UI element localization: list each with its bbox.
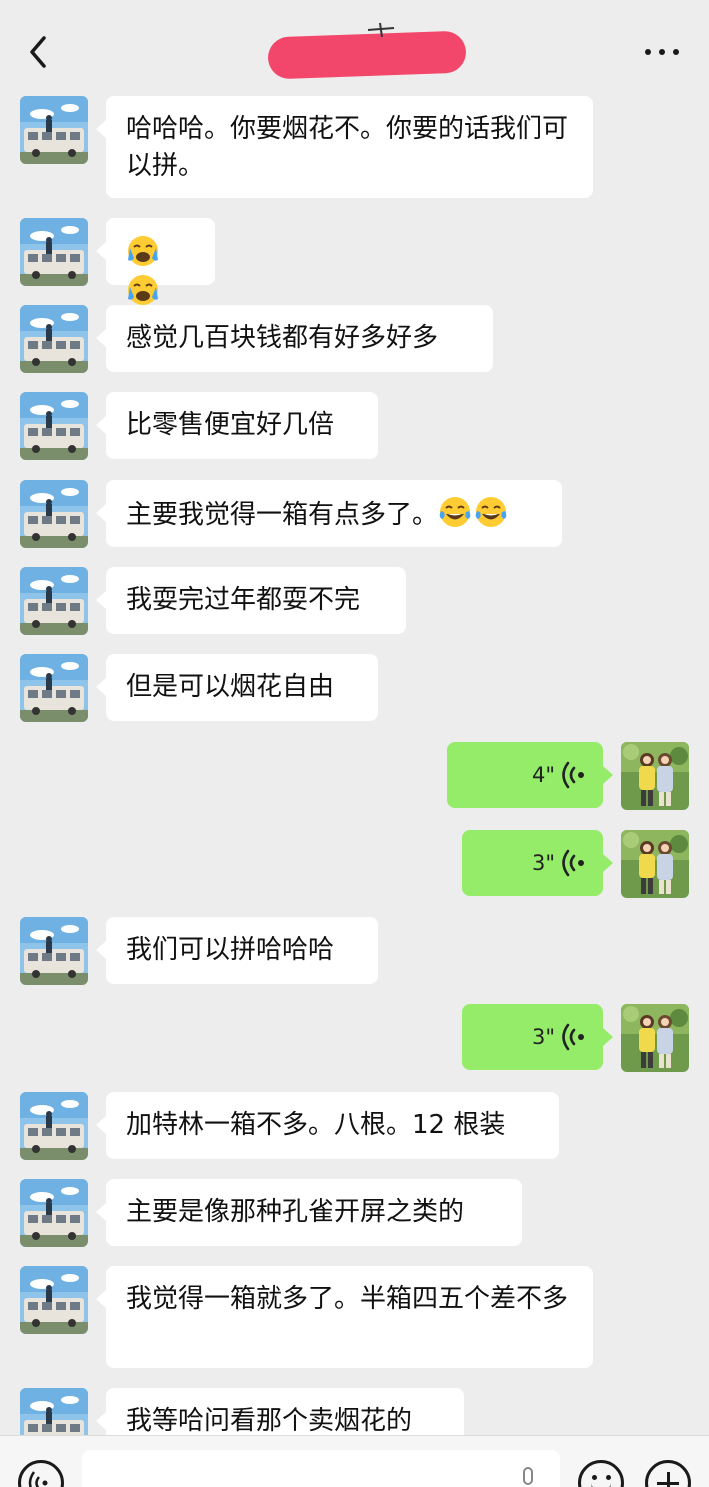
voice-mode-button[interactable] [18,1460,64,1487]
smiley-icon-mouth [591,1483,611,1487]
incoming-message-bubble[interactable]: 主要我觉得一箱有点多了。 [96,480,562,547]
loudly-crying-face-icon [126,273,160,307]
back-button[interactable] [22,32,56,72]
incoming-message-bubble[interactable]: 我耍完过年都耍不完 [96,567,406,634]
incoming-message-bubble[interactable]: 但是可以烟花自由 [96,654,378,721]
incoming-message-bubble[interactable]: 加特林一箱不多。八根。12 根装 [96,1092,559,1159]
my-avatar[interactable] [621,830,689,898]
smiley-icon [592,1475,597,1480]
outgoing-voice-bubble[interactable]: 4" [447,742,613,808]
contact-avatar[interactable] [20,96,88,164]
chat-header [0,0,709,92]
message-text: 感觉几百块钱都有好多好多 [126,323,439,353]
message-text: 我等哈问看那个卖烟花的 [126,1406,413,1436]
emoji-button[interactable] [578,1460,624,1487]
contact-avatar[interactable] [20,654,88,722]
tears-of-joy-face-icon [474,495,508,529]
voice-duration: 3" [531,851,555,875]
contact-avatar[interactable] [20,480,88,548]
outgoing-voice-bubble[interactable]: 3" [462,830,613,896]
message-text: 哈哈哈。你要烟花不。你要的话我们可以拼。 [126,114,569,181]
message-text: 但是可以烟花自由 [126,672,335,702]
contact-avatar[interactable] [20,917,88,985]
message-text: 我们可以拼哈哈哈 [126,935,335,965]
incoming-message-bubble[interactable]: 感觉几百块钱都有好多好多 [96,305,493,372]
plus-button[interactable] [645,1460,691,1487]
message-text: 我耍完过年都耍不完 [126,585,361,615]
incoming-message-bubble[interactable]: 哈哈哈。你要烟花不。你要的话我们可以拼。 [96,96,593,198]
loudly-crying-face-icon [126,234,160,268]
my-avatar[interactable] [621,742,689,810]
message-text: 我觉得一箱就多了。半箱四五个差不多 [126,1284,569,1314]
microphone-icon[interactable] [516,1466,540,1487]
contact-avatar[interactable] [20,567,88,635]
more-dots-icon [645,49,679,55]
message-text: 主要是像那种孔雀开屏之类的 [126,1197,465,1227]
chat-title-redaction-mark [366,22,396,38]
contact-avatar[interactable] [20,1266,88,1334]
incoming-message-bubble[interactable]: 比零售便宜好几倍 [96,392,378,459]
contact-avatar[interactable] [20,218,88,286]
incoming-message-bubble[interactable]: 主要是像那种孔雀开屏之类的 [96,1179,522,1246]
tears-of-joy-face-icon [438,495,472,529]
voice-duration: 3" [531,1025,555,1049]
more-options-button[interactable] [640,38,684,66]
voice-waves-icon [561,1022,587,1052]
outgoing-voice-bubble[interactable]: 3" [462,1004,613,1070]
input-bar [0,1435,709,1487]
contact-avatar[interactable] [20,1092,88,1160]
message-input[interactable] [82,1450,560,1487]
voice-waves-icon [561,760,587,790]
voice-duration: 4" [531,763,555,787]
smiley-icon-eye [606,1475,611,1480]
chevron-left-icon [30,36,46,68]
my-avatar[interactable] [621,1004,689,1072]
message-text: 比零售便宜好几倍 [126,410,335,440]
contact-avatar[interactable] [20,1179,88,1247]
voice-waves-icon [561,848,587,878]
contact-avatar[interactable] [20,305,88,373]
incoming-message-bubble[interactable]: 我觉得一箱就多了。半箱四五个差不多 [96,1266,593,1368]
incoming-emoji-bubble[interactable] [96,218,215,285]
voice-mode-icon [28,1471,48,1487]
incoming-message-bubble[interactable]: 我们可以拼哈哈哈 [96,917,378,984]
contact-avatar[interactable] [20,392,88,460]
message-text: 主要我觉得一箱有点多了。 [126,500,439,530]
message-text: 加特林一箱不多。八根。12 根装 [126,1110,506,1140]
